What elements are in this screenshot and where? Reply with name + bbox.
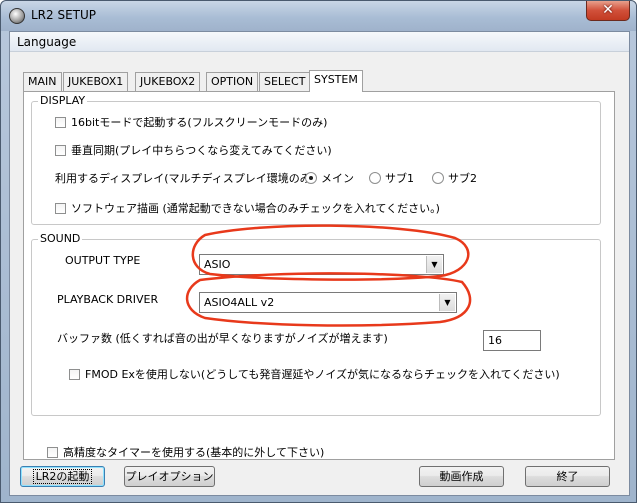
exit-button[interactable]: 終了 <box>525 466 610 487</box>
bit16-label: 16bitモードで起動する(フルスクリーンモードのみ) <box>71 116 328 129</box>
radio-main-label: メイン <box>321 172 354 185</box>
app-window: LR2 SETUP ✕ Language MAIN JUKEBOX1 JUKEB… <box>0 0 637 503</box>
sound-group-title: SOUND <box>38 232 83 245</box>
window-title: LR2 SETUP <box>31 8 97 22</box>
timer-checkbox-row[interactable]: 高精度なタイマーを使用する(基本的に外して下さい) <box>47 446 324 460</box>
fmod-checkbox[interactable] <box>69 369 80 380</box>
tab-system[interactable]: SYSTEM <box>309 70 363 92</box>
display-group-title: DISPLAY <box>38 94 88 107</box>
title-bar[interactable]: LR2 SETUP ✕ <box>1 1 636 31</box>
buffer-input[interactable]: 16 <box>483 330 541 351</box>
monitor-radio-sub2[interactable]: サブ2 <box>432 172 477 186</box>
monitor-radio-main[interactable]: メイン <box>305 172 354 186</box>
menu-bar: Language <box>10 32 629 52</box>
chevron-down-icon[interactable]: ▼ <box>426 256 442 273</box>
radio-sub1[interactable] <box>369 172 381 184</box>
monitor-radio-sub1[interactable]: サブ1 <box>369 172 414 186</box>
system-tab-panel: DISPLAY 16bitモードで起動する(フルスクリーンモードのみ) 垂直同期… <box>23 91 615 460</box>
radio-main[interactable] <box>305 172 317 184</box>
output-type-value: ASIO <box>204 258 231 271</box>
vsync-label: 垂直同期(プレイ中ちらつくなら変えてみてください) <box>71 144 332 157</box>
buffer-label: バッファ数 (低くすれば音の出が早くなりますがノイズが増えます) <box>57 332 388 345</box>
display-group: DISPLAY 16bitモードで起動する(フルスクリーンモードのみ) 垂直同期… <box>31 95 601 225</box>
fmod-label: FMOD Exを使用しない(どうしても発音遅延やノイズが気になるならチェックを入… <box>85 368 560 381</box>
bit16-checkbox[interactable] <box>55 117 66 128</box>
close-button[interactable]: ✕ <box>586 1 630 21</box>
software-render-row[interactable]: ソフトウェア描画 (通常起動できない場合のみチェックを入れてください。) <box>55 202 440 216</box>
playback-driver-value: ASIO4ALL v2 <box>204 296 275 309</box>
launch-lr2-label: LR2の起動 <box>32 469 93 484</box>
launch-lr2-button[interactable]: LR2の起動 <box>20 466 105 487</box>
software-render-checkbox[interactable] <box>55 203 66 214</box>
software-render-label: ソフトウェア描画 (通常起動できない場合のみチェックを入れてください。) <box>71 202 440 215</box>
fmod-checkbox-row[interactable]: FMOD Exを使用しない(どうしても発音遅延やノイズが気になるならチェックを入… <box>69 368 560 382</box>
tab-jukebox1[interactable]: JUKEBOX1 <box>63 72 129 91</box>
app-icon <box>9 8 25 24</box>
output-type-label: OUTPUT TYPE <box>65 254 141 267</box>
chevron-down-icon[interactable]: ▼ <box>439 294 455 311</box>
vsync-checkbox[interactable] <box>55 145 66 156</box>
radio-sub1-label: サブ1 <box>385 172 414 185</box>
monitor-label: 利用するディスプレイ(マルチディスプレイ環境のみ) <box>55 172 316 185</box>
menu-item-language[interactable]: Language <box>17 35 76 49</box>
tab-select[interactable]: SELECT <box>259 72 311 91</box>
sound-group: SOUND OUTPUT TYPE ASIO ▼ PLAYBACK DRIVER… <box>31 233 601 416</box>
timer-label: 高精度なタイマーを使用する(基本的に外して下さい) <box>63 446 325 459</box>
tab-jukebox2[interactable]: JUKEBOX2 <box>135 72 201 91</box>
client-area: Language MAIN JUKEBOX1 JUKEBOX2 OPTION S… <box>9 31 630 496</box>
play-option-button[interactable]: プレイオプション <box>124 466 215 487</box>
tab-main[interactable]: MAIN <box>23 72 62 91</box>
output-type-select[interactable]: ASIO ▼ <box>199 254 444 275</box>
radio-sub2-label: サブ2 <box>448 172 477 185</box>
playback-driver-label: PLAYBACK DRIVER <box>57 293 159 306</box>
radio-sub2[interactable] <box>432 172 444 184</box>
tab-option[interactable]: OPTION <box>206 72 259 91</box>
playback-driver-select[interactable]: ASIO4ALL v2 ▼ <box>199 292 457 313</box>
vsync-checkbox-row[interactable]: 垂直同期(プレイ中ちらつくなら変えてみてください) <box>55 144 332 158</box>
bit16-checkbox-row[interactable]: 16bitモードで起動する(フルスクリーンモードのみ) <box>55 116 327 130</box>
make-movie-button[interactable]: 動画作成 <box>419 466 504 487</box>
timer-checkbox[interactable] <box>47 447 58 458</box>
